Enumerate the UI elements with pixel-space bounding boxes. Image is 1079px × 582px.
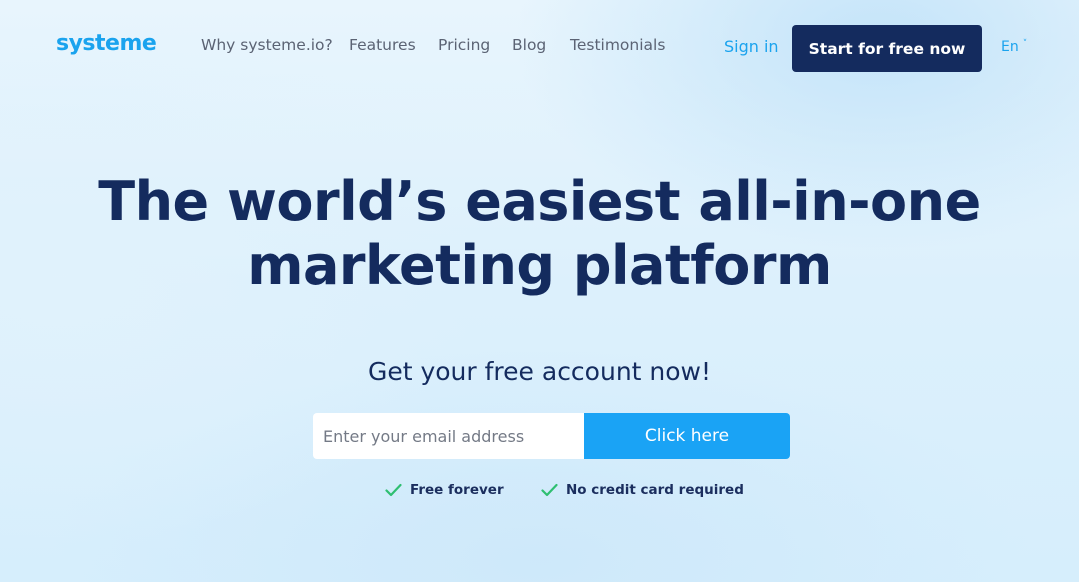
hero-title: The world’s easiest all-in-one marketing… <box>0 170 1079 298</box>
nav-link-testimonials[interactable]: Testimonials <box>570 36 665 54</box>
site-header: systeme Why systeme.io? Features Pricing… <box>0 0 1079 95</box>
check-icon <box>385 483 402 497</box>
perks-list: Free forever No credit card required <box>0 482 1079 502</box>
nav-link-blog[interactable]: Blog <box>512 36 546 54</box>
signup-form: Click here <box>313 413 790 459</box>
language-selector[interactable]: En ˅ <box>1001 39 1027 55</box>
perk-label: No credit card required <box>566 482 744 498</box>
email-input[interactable] <box>313 413 584 459</box>
hero-title-line-2: marketing platform <box>247 234 832 297</box>
nav-link-pricing[interactable]: Pricing <box>438 36 490 54</box>
chevron-down-icon: ˅ <box>1022 39 1028 49</box>
start-for-free-button[interactable]: Start for free now <box>792 25 982 72</box>
check-icon <box>541 483 558 497</box>
nav-link-features[interactable]: Features <box>349 36 416 54</box>
perk-item-free-forever: Free forever <box>385 482 504 498</box>
nav-link-why-systeme[interactable]: Why systeme.io? <box>201 36 333 54</box>
hero-subtitle: Get your free account now! <box>367 357 712 386</box>
logo[interactable]: systeme <box>56 31 157 56</box>
perk-item-no-credit-card: No credit card required <box>541 482 744 498</box>
click-here-button[interactable]: Click here <box>584 413 790 459</box>
perk-label: Free forever <box>410 482 504 498</box>
sign-in-link[interactable]: Sign in <box>724 37 779 56</box>
language-label: En <box>1001 39 1019 55</box>
hero-title-line-1: The world’s easiest all-in-one <box>98 170 981 233</box>
